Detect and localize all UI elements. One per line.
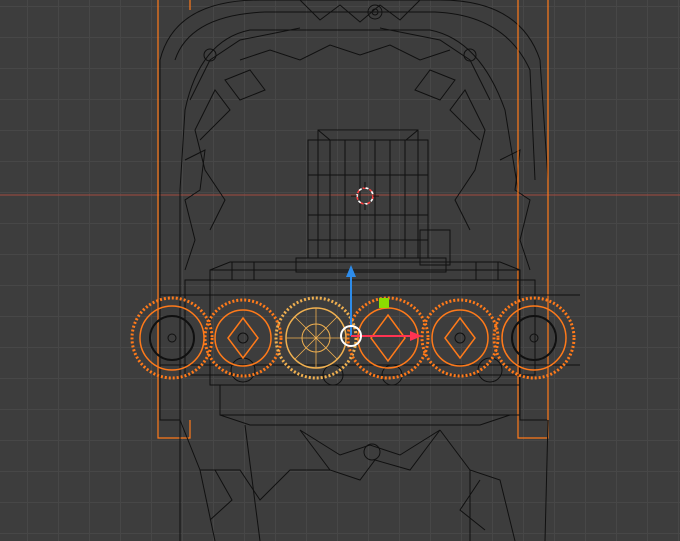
- lower-mesh[interactable]: [179, 419, 549, 541]
- wireframe-scene[interactable]: [0, 0, 680, 541]
- active-vertex-marker: [379, 298, 389, 308]
- frame-selection-outline[interactable]: [157, 0, 549, 439]
- gear-6[interactable]: [492, 296, 576, 380]
- gear-train[interactable]: [130, 296, 576, 380]
- gizmo-x-arrow[interactable]: [410, 331, 422, 341]
- motor-mesh[interactable]: [295, 129, 451, 273]
- 3d-viewport[interactable]: [0, 0, 680, 541]
- gearbox-housing[interactable]: [160, 261, 580, 426]
- gear-3[interactable]: [274, 296, 358, 380]
- gizmo-z-arrow[interactable]: [346, 265, 356, 277]
- frame-right[interactable]: [517, 0, 549, 439]
- gear-1[interactable]: [130, 296, 214, 380]
